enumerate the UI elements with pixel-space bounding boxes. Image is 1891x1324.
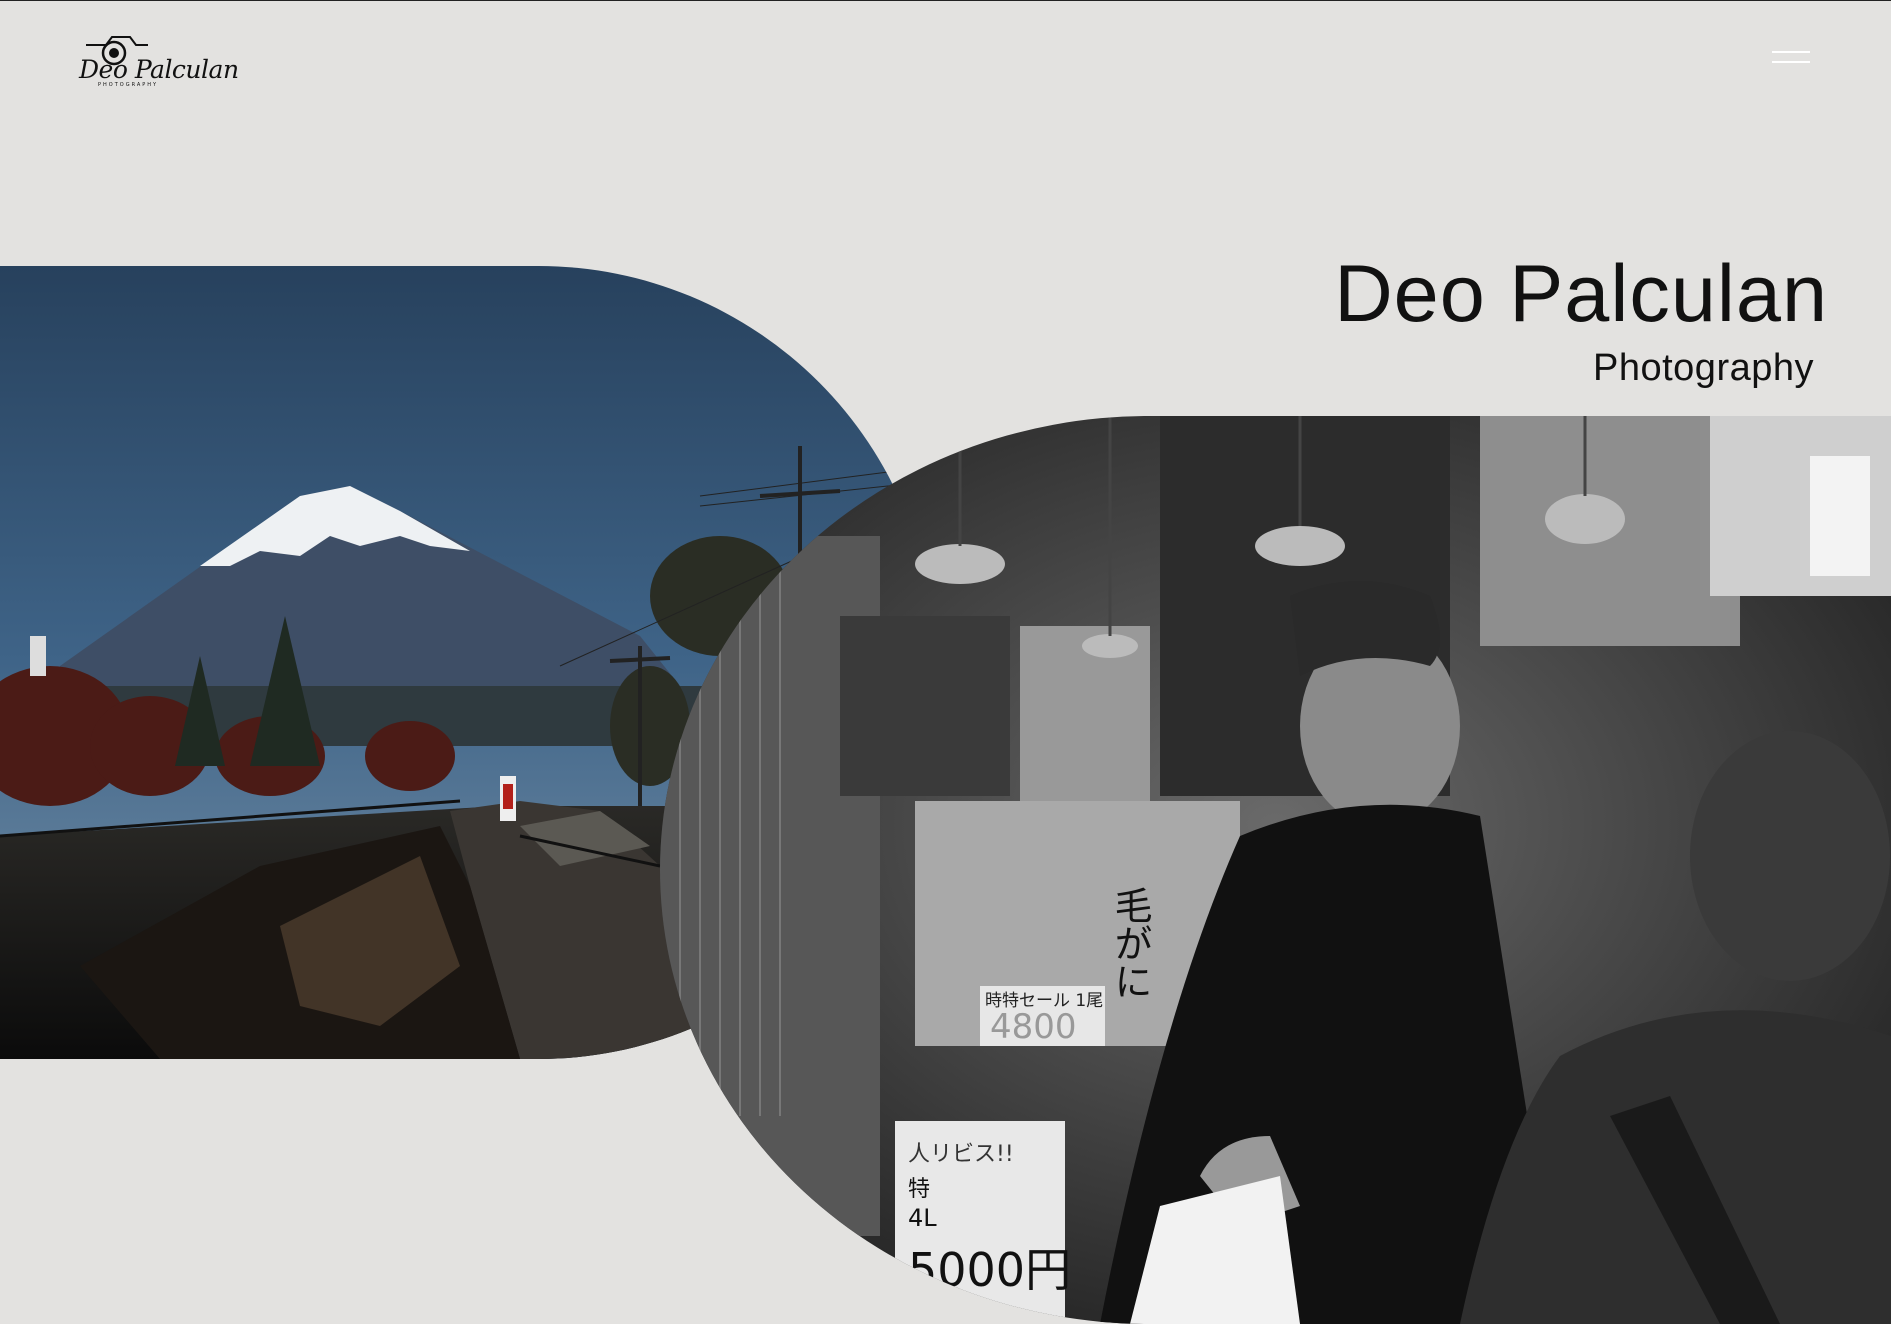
logo-sub-text: PHOTOGRAPHY — [98, 82, 159, 88]
hero-heading: Deo Palculan Photography — [1334, 249, 1828, 389]
lower-sign-line2: 特 — [908, 1177, 930, 1202]
menu-line-bottom — [1772, 61, 1810, 63]
crab-label: 毛がに — [1108, 886, 1152, 1000]
menu-button[interactable] — [1772, 51, 1810, 71]
lower-sign-line3: 4L — [908, 1204, 937, 1232]
price-old: 4800 — [990, 1007, 1077, 1047]
price-new: 5000円 — [908, 1243, 1071, 1297]
hero-title: Deo Palculan — [1334, 249, 1828, 339]
menu-line-top — [1772, 51, 1810, 53]
logo-script-text: Deo Palculan — [79, 55, 239, 84]
lower-sign-line1: 人リビス!! — [908, 1142, 1014, 1167]
hero-subtitle: Photography — [1593, 347, 1814, 389]
market-vendor-photo: 時特セール 1尾 4800 毛がに 人リビス!! 特 4L 5000円 — [660, 416, 1891, 1324]
site-logo[interactable]: Deo Palculan PHOTOGRAPHY — [76, 33, 239, 91]
